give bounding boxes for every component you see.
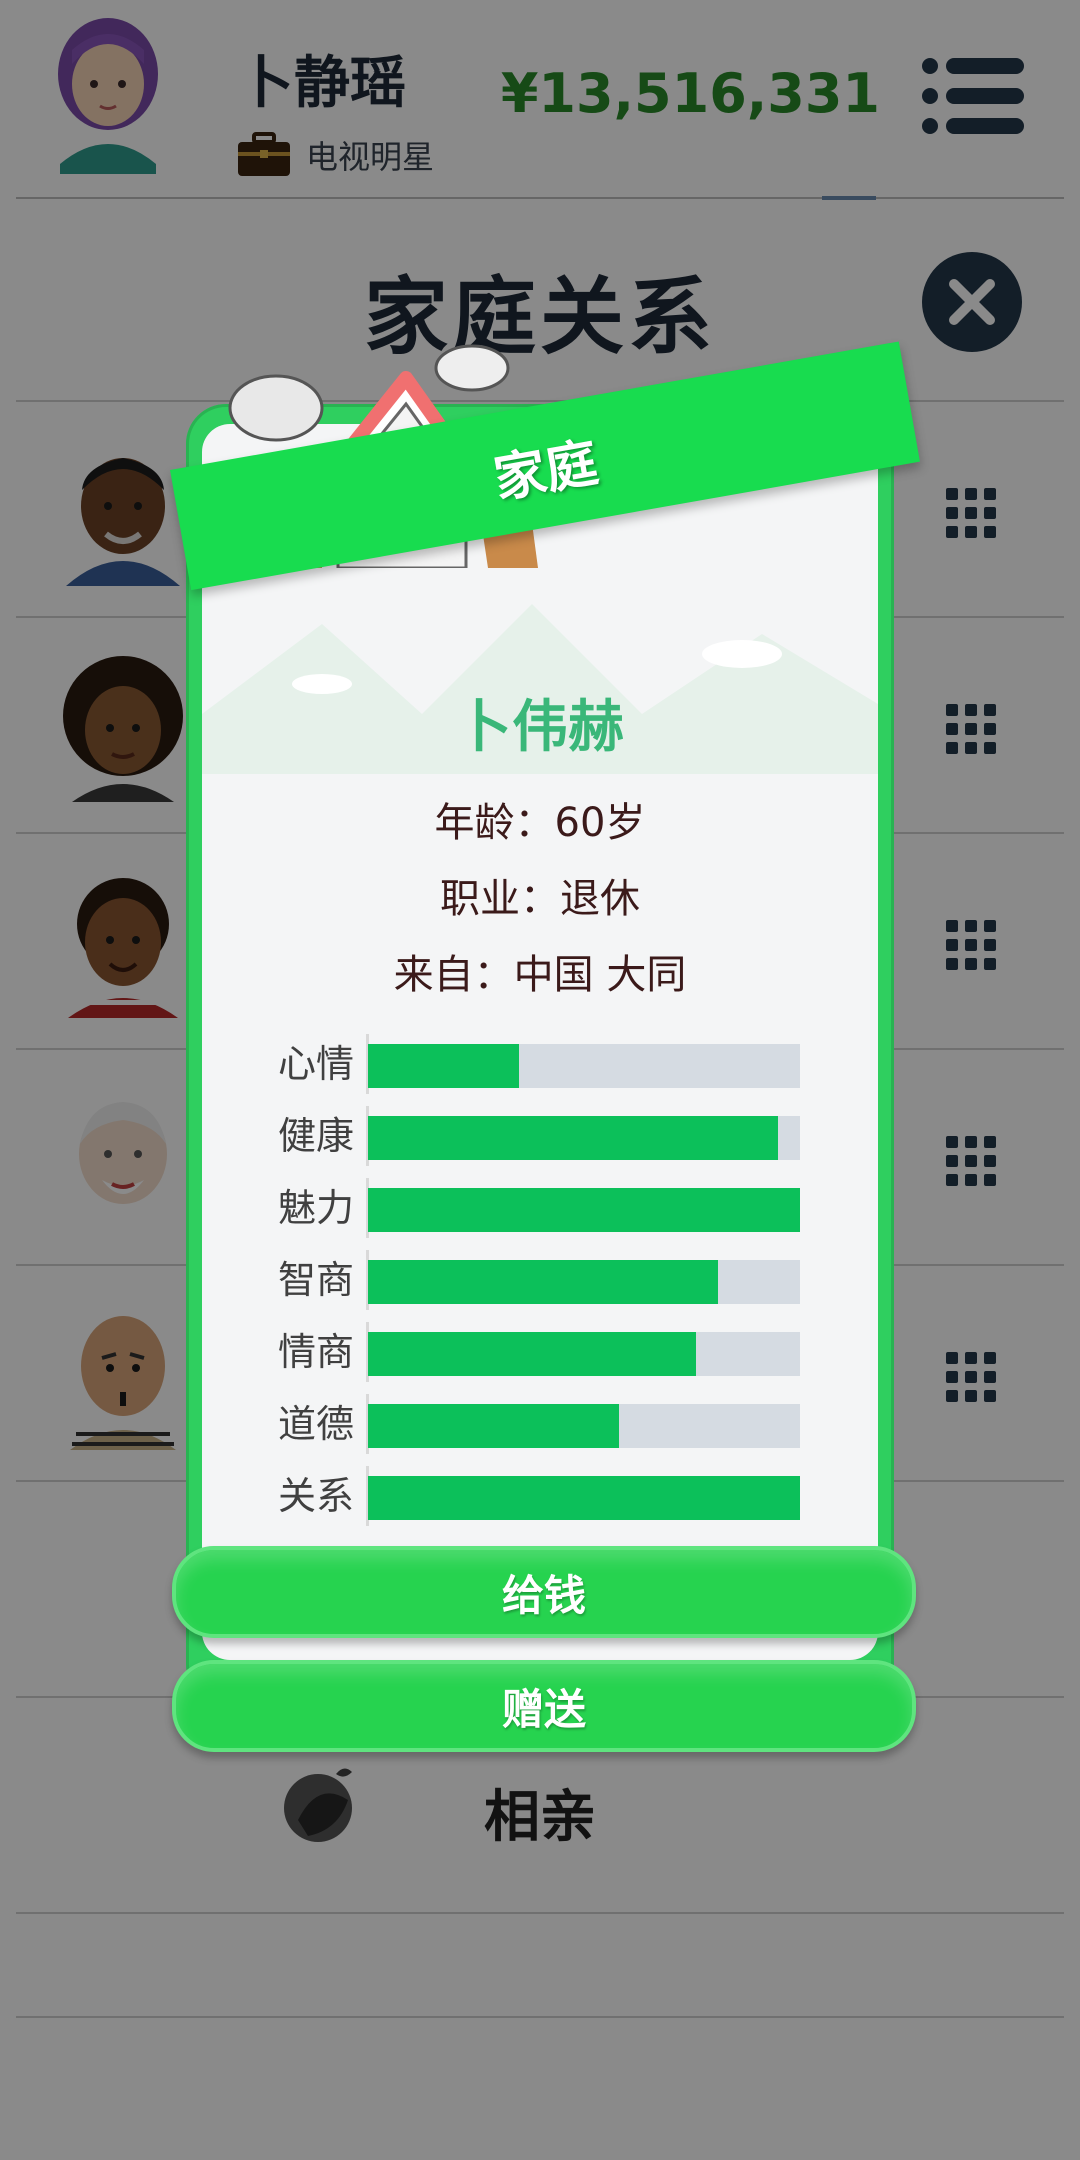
stat-bar-fill	[368, 1188, 800, 1232]
stat-row: 健康	[262, 1106, 802, 1166]
stat-label: 心情	[277, 1042, 354, 1086]
stat-bar	[368, 1044, 800, 1088]
age-info: 年龄：60岁	[434, 800, 646, 846]
stat-bar	[368, 1404, 800, 1448]
stat-label: 健康	[277, 1114, 354, 1158]
origin-info: 来自：中国 大同	[393, 952, 687, 998]
stat-bar	[368, 1476, 800, 1520]
member-name: 卜伟赫	[456, 695, 624, 760]
stat-label: 情商	[277, 1330, 354, 1374]
gift-button[interactable]: 赠送	[172, 1660, 916, 1752]
stat-row: 道德	[262, 1394, 802, 1454]
stat-bar	[368, 1188, 800, 1232]
job-info: 职业：退休	[440, 876, 640, 922]
stat-bar-fill	[368, 1332, 697, 1376]
stat-bar	[368, 1260, 800, 1304]
stat-label: 道德	[277, 1402, 354, 1446]
stat-label: 魅力	[277, 1186, 354, 1230]
stat-row: 智商	[262, 1250, 802, 1310]
stat-row: 心情	[262, 1034, 802, 1094]
stat-bar-fill	[368, 1476, 800, 1520]
stat-row: 情商	[262, 1322, 802, 1382]
stat-bar-fill	[368, 1116, 779, 1160]
stat-bar-fill	[368, 1260, 718, 1304]
app-screen: 卜静瑶 电视明星 ¥13,516,331 家庭关系 相亲 家庭 卜伟赫 年龄：6…	[0, 0, 1080, 2160]
stat-bar	[368, 1332, 800, 1376]
stat-row: 魅力	[262, 1178, 802, 1238]
stat-label: 关系	[277, 1474, 354, 1518]
stat-label: 智商	[277, 1258, 354, 1302]
give-money-button[interactable]: 给钱	[172, 1546, 916, 1638]
stat-bar	[368, 1116, 800, 1160]
stat-bar-fill	[368, 1044, 520, 1088]
stat-row: 关系	[262, 1466, 802, 1526]
stat-bar-fill	[368, 1404, 619, 1448]
